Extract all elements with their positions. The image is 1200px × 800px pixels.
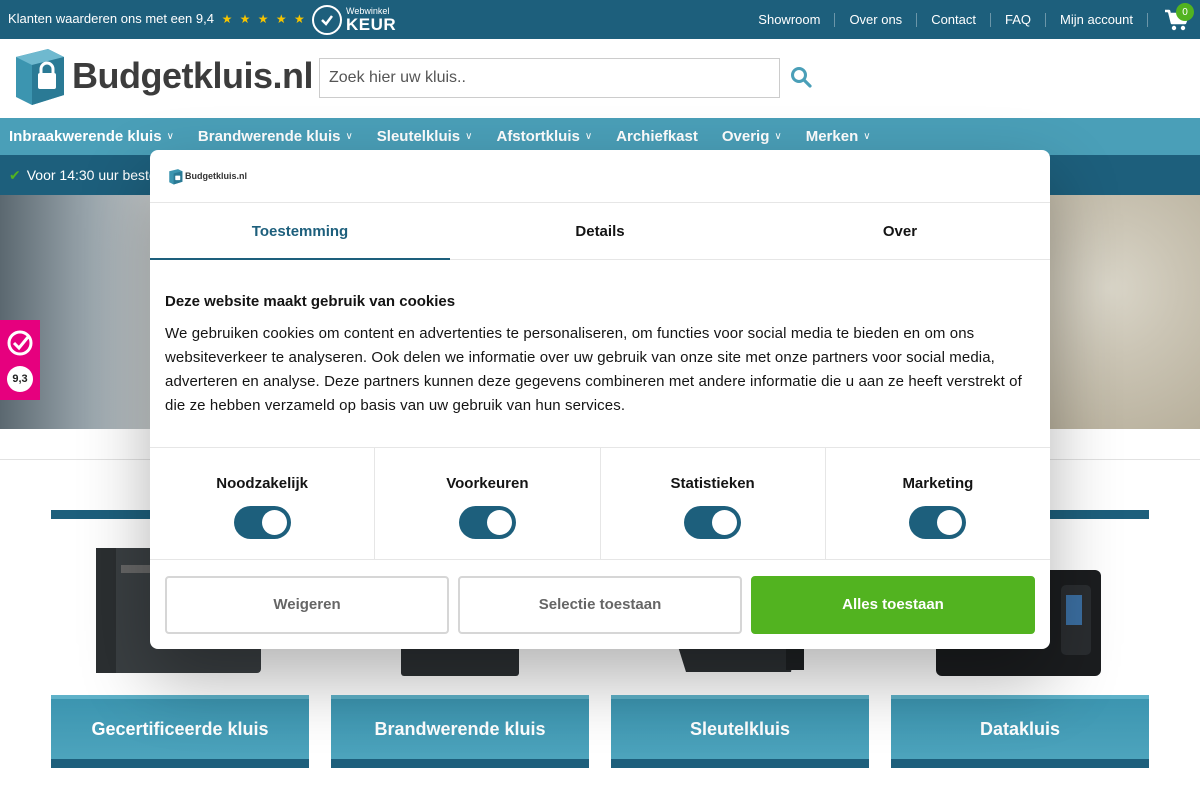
link-contact[interactable]: Contact bbox=[917, 12, 991, 27]
chevron-down-icon: ∨ bbox=[863, 131, 871, 142]
consent-noodzakelijk: Noodzakelijk bbox=[150, 448, 376, 559]
nav-label: Overig bbox=[721, 128, 770, 145]
consent-label: Marketing bbox=[902, 475, 974, 492]
rating-text: Klanten waarderen ons met een 9,4 bbox=[8, 11, 214, 26]
chevron-down-icon: ∨ bbox=[584, 131, 593, 142]
nav-label: Archiefkast bbox=[616, 128, 698, 145]
consent-categories: Noodzakelijk Voorkeuren Statistieken Mar… bbox=[150, 447, 1050, 560]
card-label: Sleutelkluis bbox=[611, 695, 869, 768]
dialog-description: We gebruiken cookies om content en adver… bbox=[165, 325, 1022, 414]
tab-toestemming[interactable]: Toestemming bbox=[150, 203, 450, 260]
site-logo[interactable]: Budgetkluis.nl bbox=[8, 45, 314, 107]
tab-details[interactable]: Details bbox=[450, 203, 750, 259]
consent-label: Voorkeuren bbox=[446, 475, 529, 492]
dialog-actions: Weigeren Selectie toestaan Alles toestaa… bbox=[150, 560, 1050, 649]
chevron-down-icon: ∨ bbox=[166, 131, 174, 142]
top-bar: Klanten waarderen ons met een 9,4 ★ ★ ★ … bbox=[0, 0, 1200, 39]
nav-sleutelkluis[interactable]: Sleutelkluis ∨ bbox=[377, 128, 473, 145]
toggle-voorkeuren[interactable] bbox=[458, 506, 516, 539]
check-icon: ✔ bbox=[9, 166, 21, 183]
deny-button[interactable]: Weigeren bbox=[165, 575, 449, 634]
toggle-knob bbox=[486, 510, 512, 535]
toggle-knob bbox=[261, 510, 287, 535]
nav-archiefkast[interactable]: Archiefkast bbox=[616, 128, 698, 145]
search-icon bbox=[791, 67, 812, 88]
nav-label: Sleutelkluis bbox=[376, 128, 461, 145]
safe-logo-icon bbox=[16, 49, 64, 105]
kiyoh-widget[interactable]: 9,3 bbox=[0, 320, 40, 400]
dialog-title: Deze website maakt gebruik van cookies bbox=[165, 293, 456, 310]
search-button[interactable] bbox=[790, 66, 814, 90]
card-label: Brandwerende kluis bbox=[331, 695, 589, 768]
nav-label: Merken bbox=[805, 128, 859, 145]
dialog-logo-text: Budgetkluis.nl bbox=[185, 171, 248, 181]
kiyoh-check-icon bbox=[7, 330, 33, 355]
consent-voorkeuren: Voorkeuren bbox=[375, 448, 601, 559]
chevron-down-icon: ∨ bbox=[465, 131, 473, 142]
link-over-ons[interactable]: Over ons bbox=[835, 12, 918, 27]
rating-banner: Klanten waarderen ons met een 9,4 ★ ★ ★ … bbox=[8, 11, 307, 26]
toggle-marketing[interactable] bbox=[909, 506, 967, 539]
nav-afstortkluis[interactable]: Afstortkluis ∨ bbox=[496, 128, 592, 145]
keur-check-icon bbox=[312, 5, 342, 35]
usp-text: Voor 14:30 uur beste bbox=[26, 167, 157, 183]
link-mijn-account[interactable]: Mijn account bbox=[1046, 12, 1148, 27]
toggle-knob bbox=[712, 510, 738, 535]
nav-label: Afstortkluis bbox=[496, 128, 580, 145]
dialog-header: Budgetkluis.nl bbox=[150, 150, 1050, 203]
cart-count-badge: 0 bbox=[1176, 3, 1194, 21]
webwinkel-keur-logo[interactable]: Webwinkel KEUR bbox=[312, 5, 396, 35]
hero-image-right bbox=[1050, 195, 1200, 429]
card-label: Gecertificeerde kluis bbox=[51, 695, 309, 768]
nav-inbraakwerende-kluis[interactable]: Inbraakwerende kluis ∨ bbox=[9, 128, 174, 145]
consent-label: Statistieken bbox=[670, 475, 755, 492]
toggle-statistieken[interactable] bbox=[684, 506, 742, 539]
dialog-logo: Budgetkluis.nl bbox=[167, 168, 247, 185]
top-links: Showroom Over ons Contact FAQ Mijn accou… bbox=[744, 0, 1200, 39]
toggle-noodzakelijk[interactable] bbox=[233, 506, 291, 539]
allow-all-button[interactable]: Alles toestaan bbox=[751, 575, 1035, 634]
link-faq[interactable]: FAQ bbox=[991, 12, 1047, 27]
safe-logo-icon bbox=[169, 168, 183, 184]
nav-merken[interactable]: Merken ∨ bbox=[806, 128, 871, 145]
chevron-down-icon: ∨ bbox=[345, 131, 353, 142]
search-input[interactable] bbox=[319, 58, 780, 98]
cookie-consent-dialog: Budgetkluis.nl Toestemming Details Over … bbox=[150, 150, 1050, 649]
kiyoh-score: 9,3 bbox=[7, 365, 33, 392]
consent-label: Noodzakelijk bbox=[216, 475, 308, 492]
dialog-body: Deze website maakt gebruik van cookies W… bbox=[150, 260, 1050, 447]
tab-over[interactable]: Over bbox=[750, 203, 1050, 259]
nav-brandwerende-kluis[interactable]: Brandwerende kluis ∨ bbox=[198, 128, 353, 145]
link-showroom[interactable]: Showroom bbox=[744, 12, 836, 27]
allow-selection-button[interactable]: Selectie toestaan bbox=[458, 575, 742, 634]
toggle-knob bbox=[937, 510, 963, 535]
logo-text: Budgetkluis.nl bbox=[72, 55, 314, 96]
cart-button[interactable]: 0 bbox=[1154, 0, 1200, 39]
dialog-tabs: Toestemming Details Over bbox=[150, 203, 1050, 260]
consent-marketing: Marketing bbox=[826, 448, 1050, 559]
nav-label: Inbraakwerende kluis bbox=[9, 128, 162, 145]
site-header: Budgetkluis.nl bbox=[0, 39, 1200, 118]
consent-statistieken: Statistieken bbox=[601, 448, 826, 559]
nav-label: Brandwerende kluis bbox=[197, 128, 341, 145]
chevron-down-icon: ∨ bbox=[774, 131, 782, 142]
keur-big-text: KEUR bbox=[346, 15, 397, 34]
card-label: Datakluis bbox=[891, 695, 1149, 768]
nav-overig[interactable]: Overig ∨ bbox=[722, 128, 782, 145]
rating-stars-icon: ★ ★ ★ ★ ★ bbox=[221, 12, 307, 26]
